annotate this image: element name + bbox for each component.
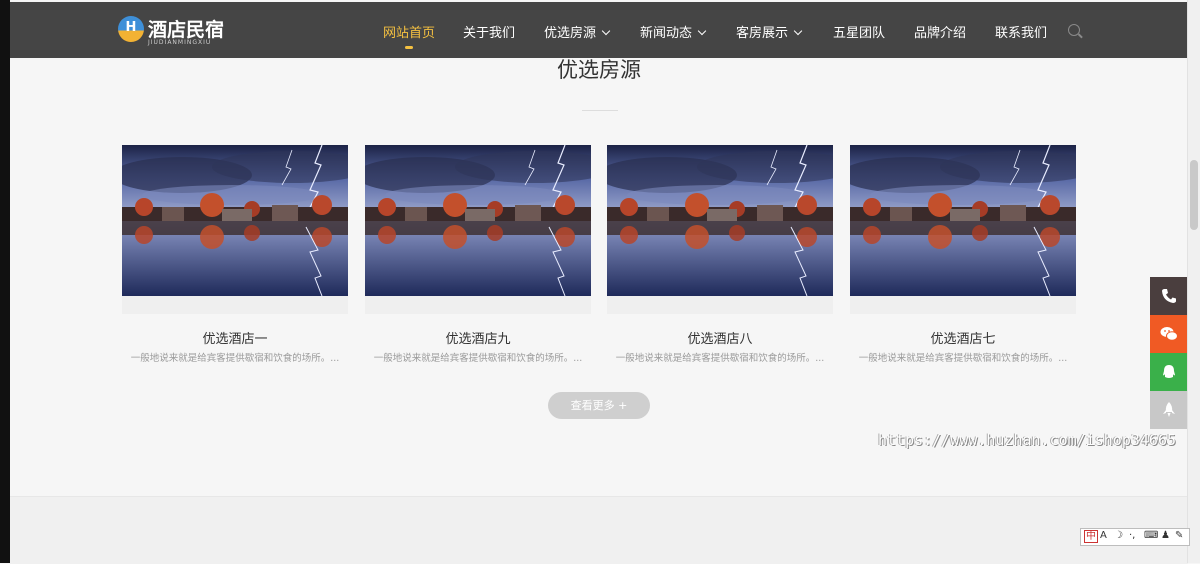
- title-divider: [582, 110, 618, 111]
- ime-punct-icon[interactable]: ·,: [1129, 530, 1135, 541]
- wechat-icon: [1160, 327, 1178, 341]
- card-title[interactable]: 优选酒店七: [850, 328, 1076, 347]
- rocket-icon: [1163, 402, 1175, 417]
- site-logo[interactable]: H 酒店民宿 JIUDIANMINGXIU: [118, 14, 238, 48]
- logo-title: 酒店民宿: [148, 19, 225, 41]
- room-photo[interactable]: [122, 145, 348, 296]
- chevron-down-icon: [697, 26, 707, 36]
- nav-item-brand[interactable]: 品牌介绍: [914, 22, 966, 41]
- card-shadow: [607, 296, 833, 314]
- card-shadow: [850, 296, 1076, 314]
- lake-photo: [607, 145, 833, 296]
- room-card[interactable]: 优选酒店七 一般地说来就是给宾客提供歇宿和饮食的场所。...: [850, 145, 1076, 375]
- card-shadow: [122, 296, 348, 314]
- scrollbar-thumb[interactable]: [1190, 160, 1198, 230]
- scrollbar[interactable]: [1187, 0, 1200, 563]
- phone-icon: [1162, 289, 1176, 303]
- card-description: 一般地说来就是给宾客提供歇宿和饮食的场所。...: [615, 353, 825, 364]
- qq-icon: [1163, 365, 1175, 378]
- nav-item-about[interactable]: 关于我们: [463, 22, 515, 41]
- card-title[interactable]: 优选酒店九: [365, 328, 591, 347]
- room-card[interactable]: 优选酒店九 一般地说来就是给宾客提供歇宿和饮食的场所。...: [365, 145, 591, 375]
- room-photo[interactable]: [607, 145, 833, 296]
- lake-photo: [365, 145, 591, 296]
- logo-badge: H: [118, 16, 144, 42]
- view-more-button[interactable]: 查看更多 +: [548, 392, 650, 419]
- section-title: 优选房源: [557, 58, 641, 82]
- nav-item-home[interactable]: 网站首页: [383, 22, 435, 41]
- card-title[interactable]: 优选酒店八: [607, 328, 833, 347]
- nav-item-contact[interactable]: 联系我们: [995, 22, 1047, 41]
- card-description: 一般地说来就是给宾客提供歇宿和饮食的场所。...: [373, 353, 583, 364]
- wechat-button[interactable]: [1150, 315, 1188, 353]
- ime-settings-icon[interactable]: ✎: [1175, 530, 1183, 541]
- card-description: 一般地说来就是给宾客提供歇宿和饮食的场所。...: [130, 353, 340, 364]
- search-icon[interactable]: [1068, 24, 1080, 36]
- nav-item-news[interactable]: 新闻动态: [640, 22, 707, 41]
- logo-subtitle: JIUDIANMINGXIU: [148, 39, 212, 46]
- ime-font-icon[interactable]: A: [1100, 530, 1107, 541]
- room-photo[interactable]: [850, 145, 1076, 296]
- navbar: H 酒店民宿 JIUDIANMINGXIU 网站首页 关于我们 优选房源 新闻动…: [10, 2, 1188, 58]
- ime-user-icon[interactable]: ♟: [1161, 530, 1170, 541]
- chevron-down-icon: [793, 26, 803, 36]
- nav-item-rooms[interactable]: 优选房源: [544, 22, 611, 41]
- qq-button[interactable]: [1150, 353, 1188, 391]
- room-card[interactable]: 优选酒店一 一般地说来就是给宾客提供歇宿和饮食的场所。...: [122, 145, 348, 375]
- card-shadow: [365, 296, 591, 314]
- ime-mode-icon[interactable]: 中: [1084, 530, 1098, 543]
- lake-photo: [850, 145, 1076, 296]
- chevron-down-icon: [601, 26, 611, 36]
- lake-photo: [122, 145, 348, 296]
- back-to-top-button[interactable]: [1150, 391, 1188, 429]
- nav-item-team[interactable]: 五星团队: [833, 22, 885, 41]
- card-description: 一般地说来就是给宾客提供歇宿和饮食的场所。...: [858, 353, 1068, 364]
- ime-keyboard-icon[interactable]: ⌨: [1144, 530, 1158, 541]
- page: H 酒店民宿 JIUDIANMINGXIU 网站首页 关于我们 优选房源 新闻动…: [10, 0, 1188, 564]
- nav-item-showcase[interactable]: 客房展示: [736, 22, 803, 41]
- watermark-url: https://www.huzhan.com/ishop34665: [878, 431, 1177, 449]
- room-card[interactable]: 优选酒店八 一般地说来就是给宾客提供歇宿和饮食的场所。...: [607, 145, 833, 375]
- phone-button[interactable]: [1150, 277, 1188, 315]
- room-photo[interactable]: [365, 145, 591, 296]
- nav-active-indicator: [405, 46, 413, 49]
- ime-moon-icon[interactable]: ☽: [1114, 530, 1123, 541]
- window-edge: [0, 0, 10, 563]
- card-title[interactable]: 优选酒店一: [122, 328, 348, 347]
- ime-toolbar[interactable]: 中 A ☽ ·, ⌨ ♟ ✎: [1080, 528, 1190, 546]
- footer-band: [10, 496, 1188, 564]
